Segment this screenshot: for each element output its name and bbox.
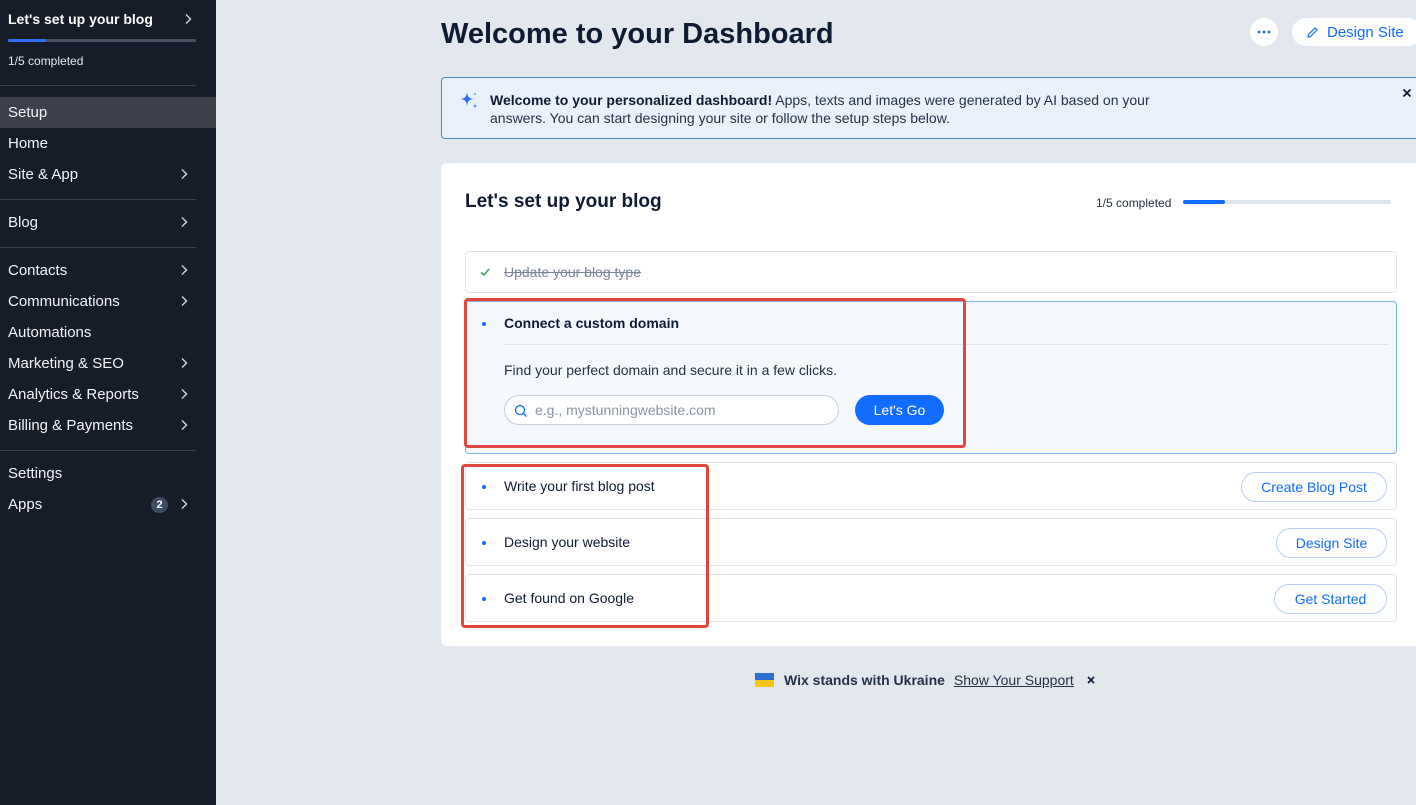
sidebar-item-communications[interactable]: Communications (0, 286, 216, 317)
chevron-right-icon (181, 264, 188, 276)
step-divider (504, 344, 1388, 345)
sidebar-item-label: Setup (8, 104, 48, 121)
pencil-icon (1307, 26, 1318, 38)
more-actions-button[interactable] (1250, 18, 1278, 46)
sidebar: Let's set up your blog 1/5 completed Set… (0, 0, 216, 805)
chevron-right-icon (185, 13, 192, 25)
sidebar-item-label: Analytics & Reports (8, 386, 139, 403)
sidebar-item-automations[interactable]: Automations (0, 317, 216, 348)
close-icon[interactable] (1086, 675, 1096, 685)
sidebar-divider (0, 85, 196, 86)
step-bullet (482, 322, 486, 326)
step-label: Design your website (504, 534, 631, 550)
sidebar-item-analytics-reports[interactable]: Analytics & Reports (0, 379, 216, 410)
sidebar-item-label: Settings (8, 465, 63, 482)
step-design-website[interactable]: Design your website Design Site (465, 518, 1397, 566)
step-get-found-google[interactable]: Get found on Google Get Started (465, 574, 1397, 622)
sidebar-divider (0, 199, 196, 200)
chevron-right-icon (181, 388, 188, 400)
ukraine-support-bar: Wix stands with Ukraine Show Your Suppor… (755, 671, 1096, 689)
sidebar-item-label: Site & App (8, 166, 79, 183)
banner-message: Welcome to your personalized dashboard! … (490, 91, 1190, 127)
design-site-step-button[interactable]: Design Site (1276, 528, 1387, 558)
chevron-right-icon (181, 357, 188, 369)
close-icon[interactable] (1400, 86, 1414, 100)
setup-completed-text: 1/5 completed (1096, 196, 1172, 210)
chevron-right-icon (181, 498, 188, 510)
setup-card-title: Let's set up your blog (465, 191, 662, 212)
sidebar-setup-title: Let's set up your blog (8, 11, 153, 27)
ukraine-text: Wix stands with Ukraine (784, 672, 945, 688)
sidebar-completed-text: 1/5 completed (8, 54, 84, 68)
page-title: Welcome to your Dashboard (441, 18, 834, 50)
sparkle-icon (460, 92, 478, 109)
sidebar-item-home[interactable]: Home (0, 128, 216, 159)
apps-count-badge: 2 (151, 497, 168, 513)
sidebar-item-label: Automations (8, 324, 92, 341)
step-write-blog-post[interactable]: Write your first blog post Create Blog P… (465, 462, 1397, 510)
chevron-right-icon (181, 168, 188, 180)
chevron-right-icon (181, 419, 188, 431)
create-blog-post-button[interactable]: Create Blog Post (1241, 472, 1387, 502)
sidebar-item-label: Blog (8, 214, 39, 231)
step-label: Write your first blog post (504, 478, 655, 494)
design-site-label: Design Site (1327, 23, 1404, 41)
step-label[interactable]: Connect a custom domain (504, 315, 679, 331)
step-update-blog-type[interactable]: Update your blog type (465, 251, 1397, 293)
sidebar-item-label: Apps (8, 496, 43, 513)
sidebar-item-label: Home (8, 135, 49, 152)
setup-card: Let's set up your blog 1/5 completed Upd… (441, 163, 1416, 646)
sidebar-divider (0, 247, 196, 248)
sidebar-item-setup[interactable]: Setup (0, 97, 216, 128)
sidebar-item-site-app[interactable]: Site & App (0, 159, 216, 190)
step-description: Find your perfect domain and secure it i… (504, 362, 838, 378)
step-bullet (482, 485, 486, 489)
sidebar-item-billing-payments[interactable]: Billing & Payments (0, 410, 216, 441)
domain-input-placeholder: e.g., mystunningwebsite.com (535, 402, 716, 418)
sidebar-item-label: Billing & Payments (8, 417, 134, 434)
get-started-button[interactable]: Get Started (1274, 584, 1387, 614)
design-site-button[interactable]: Design Site (1292, 18, 1416, 46)
ukraine-flag-icon (755, 673, 774, 687)
more-icon (1257, 30, 1271, 34)
step-bullet (482, 597, 486, 601)
sidebar-item-settings[interactable]: Settings (0, 458, 216, 489)
sidebar-item-contacts[interactable]: Contacts (0, 255, 216, 286)
setup-progress-bar (1183, 200, 1391, 204)
chevron-right-icon (181, 295, 188, 307)
show-support-link[interactable]: Show Your Support (954, 672, 1074, 688)
step-label: Update your blog type (504, 264, 641, 280)
sidebar-item-marketing-seo[interactable]: Marketing & SEO (0, 348, 216, 379)
chevron-right-icon (181, 216, 188, 228)
step-bullet (482, 541, 486, 545)
step-label: Get found on Google (504, 590, 634, 606)
sidebar-item-label: Contacts (8, 262, 68, 279)
sidebar-progress-bar (8, 39, 196, 42)
sidebar-progress-fill (8, 39, 46, 42)
step-connect-domain: Connect a custom domain Find your perfec… (465, 301, 1397, 454)
setup-progress-fill (1183, 200, 1225, 204)
sidebar-divider (0, 450, 196, 451)
check-icon (480, 268, 490, 277)
domain-search-input[interactable]: e.g., mystunningwebsite.com (504, 395, 839, 425)
sidebar-item-blog[interactable]: Blog (0, 207, 216, 238)
ai-welcome-banner: Welcome to your personalized dashboard! … (441, 77, 1416, 139)
sidebar-item-label: Communications (8, 293, 120, 310)
sidebar-item-label: Marketing & SEO (8, 355, 124, 372)
banner-bold-text: Welcome to your personalized dashboard! (490, 92, 773, 108)
sidebar-item-apps[interactable]: Apps 2 (0, 489, 216, 520)
lets-go-button[interactable]: Let's Go (855, 395, 944, 425)
sidebar-setup-header[interactable]: Let's set up your blog (8, 11, 196, 27)
search-icon (514, 404, 527, 417)
